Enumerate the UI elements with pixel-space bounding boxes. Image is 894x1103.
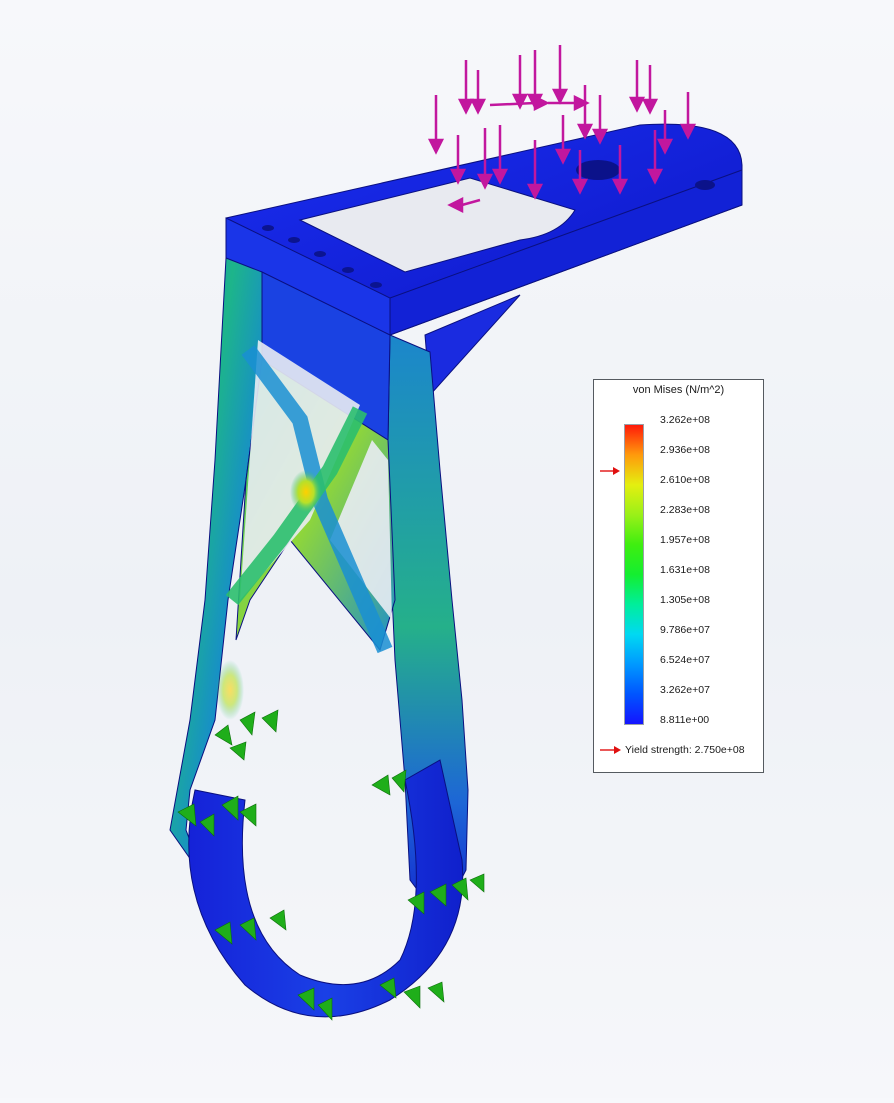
legend-tick-label: 3.262e+08 — [660, 414, 710, 426]
color-scale-bar — [624, 424, 644, 725]
legend-tick-label: 2.283e+08 — [660, 504, 710, 516]
legend-tick-label: 2.936e+08 — [660, 444, 710, 456]
legend-tick-label: 3.262e+07 — [660, 684, 710, 696]
legend-tick-label: 9.786e+07 — [660, 624, 710, 636]
mounting-ring — [188, 759, 464, 1018]
yield-strength-label: Yield strength: 2.750e+08 — [625, 744, 745, 756]
legend-tick-label: 1.957e+08 — [660, 534, 710, 546]
legend-tick-label: 1.631e+08 — [660, 564, 710, 576]
yield-strength-row: Yield strength: 2.750e+08 — [600, 744, 745, 756]
legend-tick-label: 6.524e+07 — [660, 654, 710, 666]
legend-tick-label: 8.811e+00 — [660, 714, 710, 726]
yield-arrow-icon — [600, 746, 621, 755]
stress-legend[interactable]: von Mises (N/m^2) 3.262e+08 2.936e+08 2.61… — [593, 379, 764, 773]
legend-title: von Mises (N/m^2) — [632, 384, 725, 396]
stress-plot-viewport[interactable]: von Mises (N/m^2) 3.262e+08 2.936e+08 2.61… — [0, 0, 894, 1098]
yield-arrow-icon — [600, 467, 620, 476]
legend-tick-label: 2.610e+08 — [660, 474, 710, 486]
legend-tick-label: 1.305e+08 — [660, 594, 710, 606]
